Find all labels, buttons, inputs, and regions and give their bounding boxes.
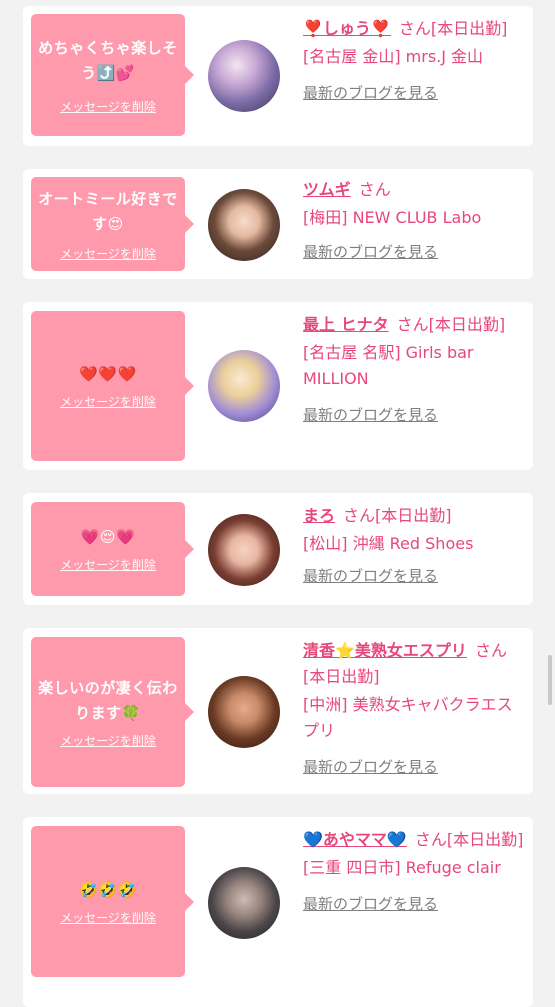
message-text: ❤️❤️❤️ bbox=[79, 365, 137, 383]
message-text: 🤣🤣🤣 bbox=[79, 880, 137, 899]
cast-name-link[interactable]: ツムギ bbox=[303, 180, 351, 199]
avatar[interactable] bbox=[208, 40, 280, 112]
delete-message-link[interactable]: メッセージを削除 bbox=[60, 98, 156, 115]
cast-name-link[interactable]: ❣️しゅう❣️ bbox=[303, 19, 391, 38]
latest-blog-link[interactable]: 最新のブログを見る bbox=[303, 563, 525, 589]
message-bubble: 🤣🤣🤣 メッセージを削除 bbox=[31, 826, 194, 977]
san-status: さん bbox=[358, 180, 391, 199]
message-card: オートミール好きです😍 メッセージを削除 ツムギ さん [梅田] NEW CLUB… bbox=[23, 169, 533, 279]
cast-name-link[interactable]: 最上 ヒナタ bbox=[303, 315, 389, 334]
message-card: 🤣🤣🤣 メッセージを削除 💙あやママ💙 さん[本日出勤] [三重 四日市] Ref… bbox=[23, 817, 533, 1007]
avatar[interactable] bbox=[208, 350, 280, 422]
message-card: めちゃくちゃ楽しそう⤴️💕 メッセージを削除 ❣️しゅう❣️ さん[本日出勤] [… bbox=[23, 6, 533, 146]
cast-info: 💙あやママ💙 さん[本日出勤] [三重 四日市] Refuge clair 最新の… bbox=[303, 827, 525, 917]
avatar[interactable] bbox=[208, 867, 280, 939]
delete-message-link[interactable]: メッセージを削除 bbox=[60, 245, 156, 262]
cast-info: まろ さん[本日出勤] [松山] 沖縄 Red Shoes 最新のブログを見る bbox=[303, 503, 525, 589]
latest-blog-link[interactable]: 最新のブログを見る bbox=[303, 80, 525, 106]
message-text: めちゃくちゃ楽しそう⤴️💕 bbox=[38, 38, 178, 82]
message-bubble: ❤️❤️❤️ メッセージを削除 bbox=[31, 311, 194, 461]
message-bubble: めちゃくちゃ楽しそう⤴️💕 メッセージを削除 bbox=[31, 14, 194, 136]
shop-name: [名古屋 名駅] Girls bar MILLION bbox=[303, 343, 474, 388]
san-status: さん[本日出勤] bbox=[414, 830, 524, 849]
shop-name: [名古屋 金山] mrs.J 金山 bbox=[303, 47, 484, 66]
san-status: さん[本日出勤] bbox=[398, 19, 508, 38]
message-card: ❤️❤️❤️ メッセージを削除 最上 ヒナタ さん[本日出勤] [名古屋 名駅] … bbox=[23, 302, 533, 470]
delete-message-link[interactable]: メッセージを削除 bbox=[60, 732, 156, 749]
cast-name-link[interactable]: まろ bbox=[303, 506, 335, 525]
delete-message-link[interactable]: メッセージを削除 bbox=[60, 556, 156, 573]
latest-blog-link[interactable]: 最新のブログを見る bbox=[303, 754, 525, 780]
scrollbar[interactable] bbox=[548, 655, 552, 705]
delete-message-link[interactable]: メッセージを削除 bbox=[60, 393, 156, 410]
cast-info: 最上 ヒナタ さん[本日出勤] [名古屋 名駅] Girls bar MILLIO… bbox=[303, 312, 525, 428]
latest-blog-link[interactable]: 最新のブログを見る bbox=[303, 239, 525, 265]
cast-info: ❣️しゅう❣️ さん[本日出勤] [名古屋 金山] mrs.J 金山 最新のブログ… bbox=[303, 16, 525, 106]
cast-info: 清香⭐️美熟女エスプリ さん[本日出勤] [中洲] 美熟女キャバクラエスプリ 最新… bbox=[303, 638, 525, 780]
message-bubble: オートミール好きです😍 メッセージを削除 bbox=[31, 177, 194, 271]
message-text: オートミール好きです😍 bbox=[38, 189, 178, 233]
avatar[interactable] bbox=[208, 676, 280, 748]
message-bubble: 💗😌💗 メッセージを削除 bbox=[31, 502, 194, 596]
cast-info: ツムギ さん [梅田] NEW CLUB Labo 最新のブログを見る bbox=[303, 177, 525, 265]
shop-name: [中洲] 美熟女キャバクラエスプリ bbox=[303, 695, 513, 740]
san-status: さん[本日出勤] bbox=[343, 506, 452, 525]
latest-blog-link[interactable]: 最新のブログを見る bbox=[303, 891, 525, 917]
shop-name: [松山] 沖縄 Red Shoes bbox=[303, 534, 474, 553]
message-card: 💗😌💗 メッセージを削除 まろ さん[本日出勤] [松山] 沖縄 Red Shoe… bbox=[23, 493, 533, 605]
avatar[interactable] bbox=[208, 189, 280, 261]
shop-name: [三重 四日市] Refuge clair bbox=[303, 858, 501, 877]
avatar[interactable] bbox=[208, 514, 280, 586]
message-card: 楽しいのが凄く伝わります🍀 メッセージを削除 清香⭐️美熟女エスプリ さん[本日出… bbox=[23, 628, 533, 794]
shop-name: [梅田] NEW CLUB Labo bbox=[303, 208, 482, 227]
delete-message-link[interactable]: メッセージを削除 bbox=[60, 909, 156, 926]
san-status: さん[本日出勤] bbox=[396, 315, 506, 334]
message-bubble: 楽しいのが凄く伝わります🍀 メッセージを削除 bbox=[31, 637, 194, 787]
message-text: 楽しいのが凄く伝わります🍀 bbox=[38, 678, 178, 722]
cast-name-link[interactable]: 💙あやママ💙 bbox=[303, 830, 407, 849]
cast-name-link[interactable]: 清香⭐️美熟女エスプリ bbox=[303, 641, 467, 660]
latest-blog-link[interactable]: 最新のブログを見る bbox=[303, 402, 525, 428]
message-text: 💗😌💗 bbox=[80, 528, 136, 546]
